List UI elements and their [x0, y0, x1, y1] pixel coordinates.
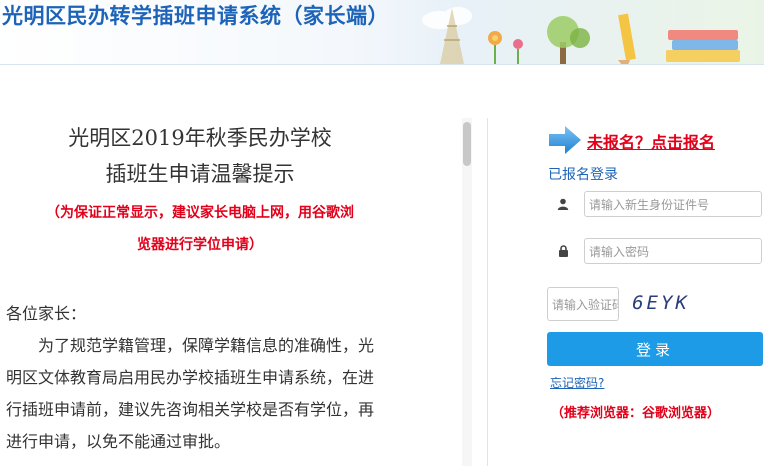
login-button[interactable]: 登录: [547, 332, 763, 366]
notice-paragraph: 为了规范学籍管理，保障学籍信息的准确性，光明区文体教育局启用民办学校插班生申请系…: [6, 336, 375, 451]
notice-title-line2: 插班生申请温馨提示: [105, 162, 295, 186]
pencil-decoration: [618, 13, 636, 64]
captcha-image[interactable]: 6EYK: [626, 289, 696, 317]
user-icon: [548, 191, 578, 217]
notice-scrollbar-track[interactable]: [462, 118, 472, 466]
header-illustration: [422, 7, 740, 64]
tree-decoration: [547, 16, 590, 64]
arrow-right-icon: [549, 126, 581, 154]
register-link[interactable]: 未报名？点击报名: [587, 129, 715, 153]
header-banner: 光明区民办转学插班申请系统（家长端）: [0, 0, 764, 65]
flower-decoration: [488, 31, 523, 64]
notice-body: 各位家长： 为了规范学籍管理，保障学籍信息的准确性，光明区文体教育局启用民办学校…: [6, 298, 386, 458]
forgot-password-link[interactable]: 忘记密码?: [550, 374, 604, 391]
registered-login-link[interactable]: 已报名登录: [548, 164, 618, 184]
notice-title-line1: 光明区2019年秋季民办学校: [68, 126, 332, 150]
notice-scrollbar-thumb[interactable]: [463, 122, 471, 166]
notice-greeting: 各位家长：: [6, 304, 87, 323]
captcha-input[interactable]: 请输入验证码: [547, 287, 619, 321]
notice-panel: 光明区2019年秋季民办学校 插班生申请温馨提示 （为保证正常显示，建议家长电脑…: [0, 118, 462, 466]
id-number-input[interactable]: 请输入新生身份证件号: [584, 191, 762, 217]
notice-warning-line1: （为保证正常显示，建议家长电脑上网，用谷歌浏: [46, 205, 354, 221]
system-title: 光明区民办转学插班申请系统（家长端）: [2, 4, 389, 28]
notice-warning-line2: 览器进行学位申请）: [137, 237, 263, 253]
books-decoration: [666, 30, 740, 62]
password-input[interactable]: 请输入密码: [584, 238, 762, 264]
browser-recommendation: （推荐浏览器：谷歌浏览器）: [551, 406, 721, 421]
lock-icon: [548, 238, 578, 264]
panel-divider: [487, 118, 488, 466]
